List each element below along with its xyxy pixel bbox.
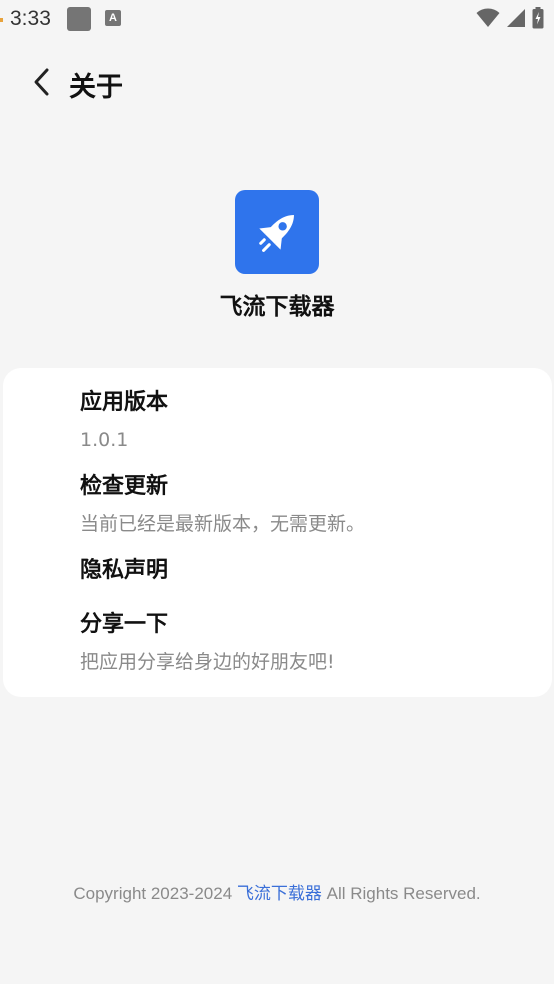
gray-square-icon bbox=[67, 7, 91, 31]
page-title: 关于 bbox=[69, 72, 123, 103]
app-version-value: 1.0.1 bbox=[80, 429, 129, 451]
copyright-prefix: Copyright 2023-2024 bbox=[73, 884, 237, 903]
app-logo bbox=[235, 190, 319, 274]
app-version-title: 应用版本 bbox=[80, 390, 169, 415]
copyright-suffix: All Rights Reserved. bbox=[321, 884, 481, 903]
app-name: 飞流下载器 bbox=[219, 294, 335, 320]
a-letter-icon: A bbox=[105, 10, 121, 26]
privacy-statement-title: 隐私声明 bbox=[80, 558, 169, 583]
cell-signal-icon bbox=[507, 9, 525, 27]
info-card: 应用版本 1.0.1 检查更新 当前已经是最新版本，无需更新。 隐私声明 分享一… bbox=[3, 368, 552, 697]
app-version-item[interactable]: 应用版本 1.0.1 bbox=[80, 388, 520, 453]
back-button[interactable] bbox=[22, 62, 62, 102]
app-name-link[interactable]: 飞流下载器 bbox=[237, 884, 322, 903]
chevron-left-icon bbox=[34, 68, 49, 96]
edge-marker bbox=[0, 18, 3, 22]
status-time: 3:33 bbox=[10, 7, 51, 30]
wifi-icon bbox=[476, 8, 500, 27]
status-bar: 3:33 A bbox=[0, 0, 554, 38]
privacy-statement-item[interactable]: 隐私声明 bbox=[80, 556, 520, 586]
about-screen: 3:33 A 关于 飞流下载器 应用版本 1.0.1 检查更新 当前已经是最新版… bbox=[0, 0, 554, 984]
share-title: 分享一下 bbox=[80, 612, 169, 637]
share-item[interactable]: 分享一下 把应用分享给身边的好朋友吧! bbox=[80, 610, 520, 675]
battery-icon bbox=[532, 7, 544, 29]
check-update-status: 当前已经是最新版本，无需更新。 bbox=[80, 513, 366, 535]
check-update-title: 检查更新 bbox=[80, 474, 169, 499]
copyright-footer: Copyright 2023-2024 飞流下载器 All Rights Res… bbox=[0, 879, 554, 904]
check-update-item[interactable]: 检查更新 当前已经是最新版本，无需更新。 bbox=[80, 472, 520, 537]
rocket-icon bbox=[259, 215, 294, 252]
share-subtitle: 把应用分享给身边的好朋友吧! bbox=[80, 651, 335, 673]
app-bar: 关于 bbox=[0, 48, 554, 118]
status-icons bbox=[476, 7, 544, 29]
